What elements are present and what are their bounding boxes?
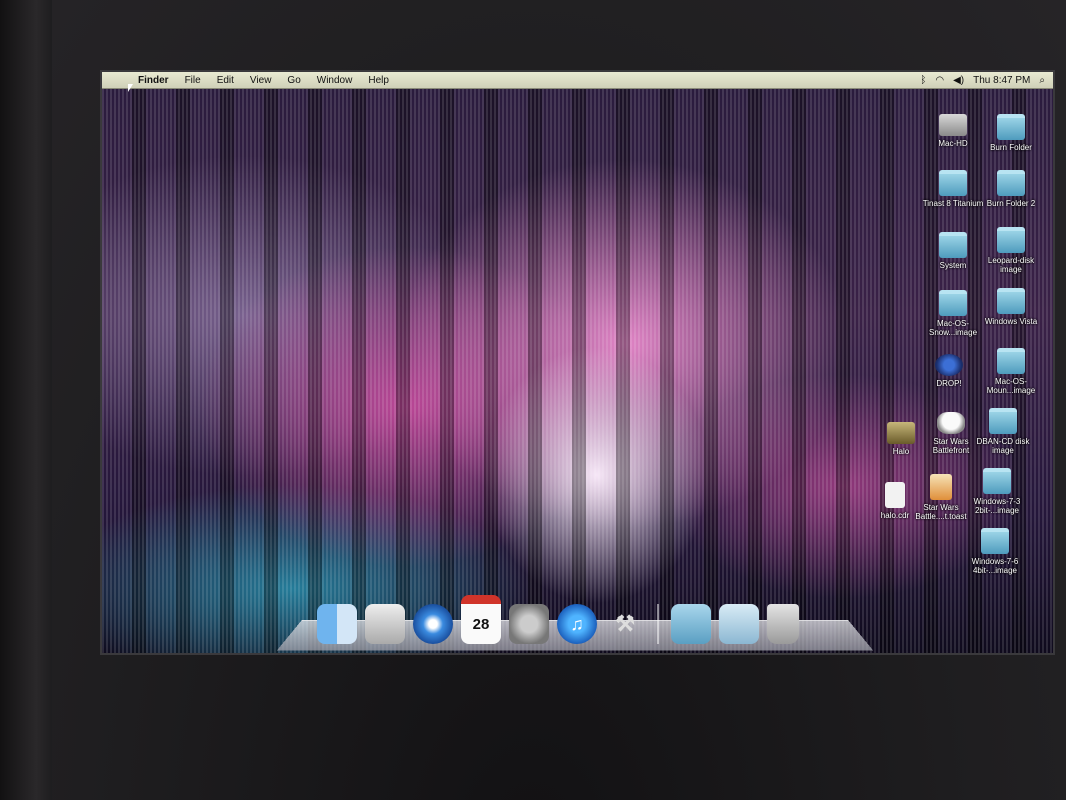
- documents-stack-icon[interactable]: [719, 604, 759, 644]
- itunes-icon[interactable]: ♫: [557, 604, 597, 644]
- hard-drive-icon: [939, 114, 967, 136]
- menu-view[interactable]: View: [242, 75, 280, 86]
- utilities-glyph: ⚒: [615, 611, 635, 636]
- disk-image-icon: [939, 290, 967, 316]
- menu-finder[interactable]: Finder: [130, 75, 177, 86]
- disk-image-icon: [983, 468, 1011, 494]
- applications-folder-icon[interactable]: [671, 604, 711, 644]
- menu-window[interactable]: Window: [309, 75, 361, 86]
- finder-icon[interactable]: [317, 604, 357, 644]
- wifi-icon[interactable]: ◠: [935, 75, 944, 86]
- folder-icon: [997, 288, 1025, 314]
- desktop-icon-mac-hd[interactable]: Mac-HD: [922, 114, 984, 148]
- halo-game-icon: [887, 422, 915, 444]
- monitor-frame-edge: [0, 0, 52, 800]
- desktop-icon-star-wars-toast[interactable]: Star Wars Battle....t.toast: [910, 474, 972, 521]
- desktop-icon-drop[interactable]: DROP!: [918, 354, 980, 388]
- desktop-icon-windows-vista[interactable]: Windows Vista: [980, 288, 1042, 326]
- desktop-icon-burn-folder[interactable]: Burn Folder: [980, 114, 1042, 152]
- safari-icon[interactable]: [413, 604, 453, 644]
- display-glitch-overlay: [102, 88, 1053, 653]
- menu-file[interactable]: File: [177, 75, 209, 86]
- volume-icon[interactable]: ◀): [953, 75, 964, 86]
- menu-clock[interactable]: Thu 8:47 PM: [973, 75, 1030, 86]
- ical-day: 28: [472, 615, 490, 633]
- dock: 28 ♫ ⚒: [317, 594, 799, 644]
- desktop-icon-windows-7-32bit[interactable]: Windows-7-3 2bit-...image: [966, 468, 1028, 515]
- document-icon: [885, 482, 905, 508]
- desktop-icon-system[interactable]: System: [922, 232, 984, 270]
- disk-image-icon: [989, 408, 1017, 434]
- disk-image-icon: [997, 348, 1025, 374]
- menu-edit[interactable]: Edit: [209, 75, 242, 86]
- desktop-icon-mac-os-moun[interactable]: Mac-OS-Moun...image: [980, 348, 1042, 395]
- utilities-icon[interactable]: ⚒: [605, 604, 645, 644]
- menu-bar: Finder File Edit View Go Window Help ᛒ ◠…: [102, 72, 1053, 89]
- desktop-icon-tinast[interactable]: Tinast 8 Titanium: [922, 170, 984, 208]
- stormtrooper-icon: [937, 412, 965, 434]
- desktop-icon-leopard-disk-image[interactable]: Leopard-disk image: [980, 227, 1042, 274]
- mouse-pointer-icon: [128, 84, 133, 92]
- folder-icon: [997, 170, 1025, 196]
- dock-separator: [657, 604, 659, 644]
- desktop-icon-burn-folder-2[interactable]: Burn Folder 2: [980, 170, 1042, 208]
- ical-icon[interactable]: 28: [461, 595, 501, 644]
- screen: Finder File Edit View Go Window Help ᛒ ◠…: [100, 70, 1055, 655]
- preview-icon[interactable]: [365, 604, 405, 644]
- menu-go[interactable]: Go: [279, 75, 308, 86]
- folder-icon: [997, 114, 1025, 140]
- desktop-icon-mac-os-snow[interactable]: Mac-OS-Snow...image: [922, 290, 984, 337]
- trash-icon[interactable]: [767, 604, 799, 644]
- folder-icon: [939, 170, 967, 196]
- spotlight-icon[interactable]: ⌕: [1039, 75, 1045, 86]
- disk-image-icon: [981, 528, 1009, 554]
- folder-icon: [939, 232, 967, 258]
- menu-extras: ᛒ ◠ ◀) Thu 8:47 PM ⌕: [920, 75, 1053, 86]
- bluetooth-icon[interactable]: ᛒ: [920, 75, 926, 86]
- itunes-note: ♫: [570, 613, 584, 634]
- disk-image-icon: [997, 227, 1025, 253]
- desktop-icon-windows-7-64bit[interactable]: Windows-7-6 4bit-...image: [964, 528, 1026, 575]
- menu-help[interactable]: Help: [360, 75, 397, 86]
- desktop-icon-dban-cd[interactable]: DBAN-CD disk image: [972, 408, 1034, 455]
- system-preferences-icon[interactable]: [509, 604, 549, 644]
- toast-document-icon: [930, 474, 952, 500]
- drop-app-icon: [935, 354, 963, 376]
